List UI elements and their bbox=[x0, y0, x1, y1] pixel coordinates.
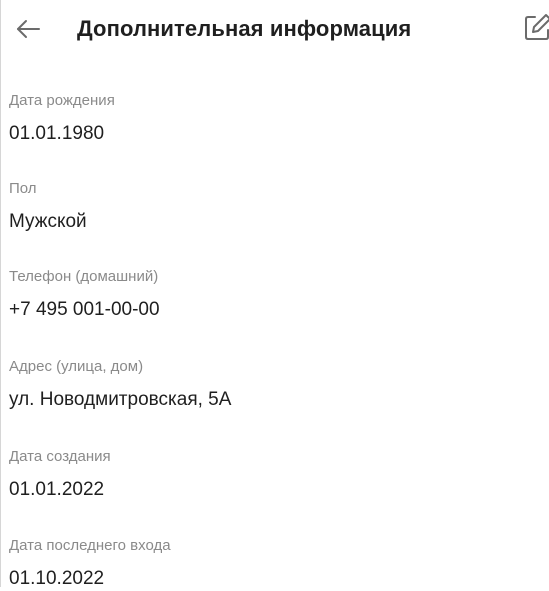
field-birth-date: Дата рождения 01.01.1980 bbox=[9, 92, 529, 146]
field-address: Адрес (улица, дом) ул. Новодмитровская, … bbox=[9, 358, 529, 412]
arrow-left-icon[interactable] bbox=[13, 14, 43, 44]
header-bar: Дополнительная информация bbox=[1, 0, 549, 64]
field-label: Дата последнего входа bbox=[9, 537, 171, 554]
page-title: Дополнительная информация bbox=[77, 16, 412, 41]
field-last-login: Дата последнего входа 01.10.2022 bbox=[9, 537, 529, 591]
field-home-phone: Телефон (домашний) +7 495 001-00-00 bbox=[9, 268, 529, 322]
field-value: 01.01.1980 bbox=[9, 123, 105, 144]
field-value: ул. Новодмитровская, 5А bbox=[9, 389, 232, 410]
field-value: +7 495 001-00-00 bbox=[9, 299, 160, 320]
field-label: Дата создания bbox=[9, 448, 111, 465]
edit-icon[interactable] bbox=[521, 12, 549, 44]
field-label: Дата рождения bbox=[9, 92, 115, 109]
field-label: Пол bbox=[9, 180, 37, 197]
additional-info-screen: Дополнительная информация Дата рождения … bbox=[0, 0, 549, 589]
field-value: Мужской bbox=[9, 211, 87, 232]
field-value: 01.10.2022 bbox=[9, 568, 105, 589]
field-label: Адрес (улица, дом) bbox=[9, 358, 144, 375]
field-label: Телефон (домашний) bbox=[9, 268, 159, 285]
field-value: 01.01.2022 bbox=[9, 479, 105, 500]
field-created-date: Дата создания 01.01.2022 bbox=[9, 448, 529, 502]
field-gender: Пол Мужской bbox=[9, 180, 529, 234]
